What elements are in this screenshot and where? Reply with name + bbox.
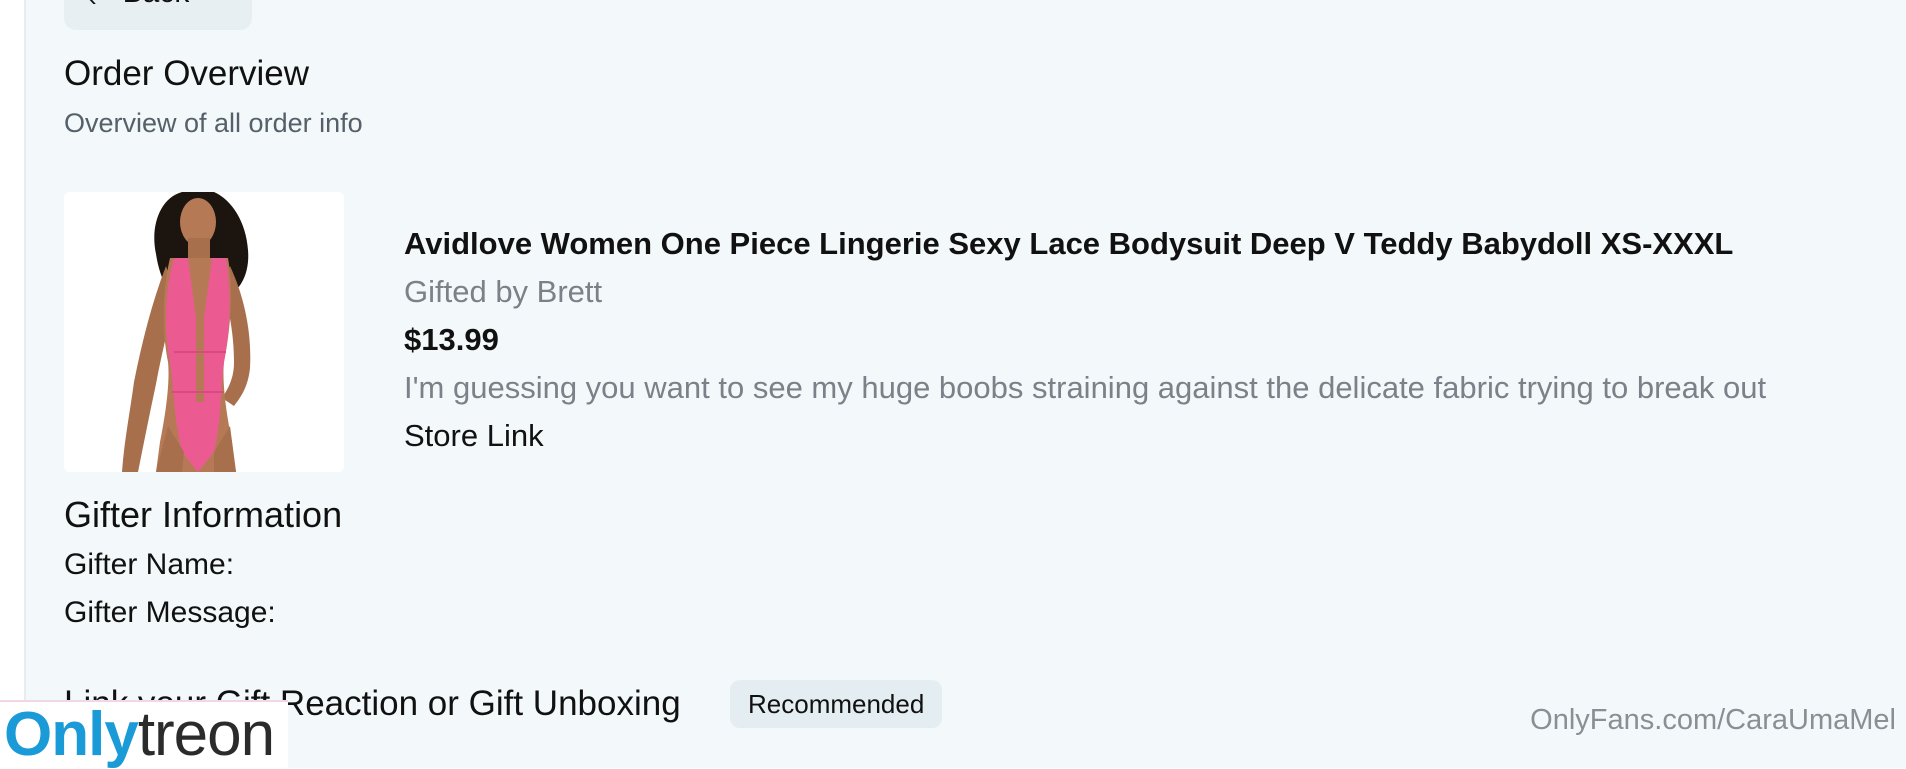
page-title: Order Overview	[64, 54, 310, 93]
chevron-left-icon: ‹	[88, 0, 97, 10]
product-description: I'm guessing you want to see my huge boo…	[404, 370, 1767, 405]
gifter-message-label: Gifter Message:	[64, 596, 276, 629]
product-image[interactable]	[64, 192, 344, 472]
gifted-by-text: Gifted by Brett	[404, 274, 603, 309]
recommended-badge: Recommended	[730, 680, 943, 728]
product-price: $13.99	[404, 322, 499, 357]
onlytreon-watermark-logo: Only treon	[0, 700, 288, 768]
left-sidebar-edge	[0, 0, 26, 768]
order-overview-page: ‹ Back Order Overview Overview of all or…	[26, 0, 1906, 768]
product-details: Avidlove Women One Piece Lingerie Sexy L…	[404, 226, 1766, 466]
product-title: Avidlove Women One Piece Lingerie Sexy L…	[404, 226, 1734, 261]
back-button-label: Back	[123, 0, 190, 10]
product-photo	[64, 192, 344, 472]
back-button[interactable]: ‹ Back	[64, 0, 252, 30]
gifter-name-label: Gifter Name:	[64, 548, 235, 581]
watermark-logo-part1: Only	[4, 700, 139, 769]
page-subtitle: Overview of all order info	[64, 108, 363, 138]
watermark-logo-part2: treon	[137, 700, 275, 769]
watermark-site-text: OnlyFans.com/CaraUmaMel	[1530, 704, 1896, 736]
gifter-information-heading: Gifter Information	[64, 494, 343, 535]
store-link[interactable]: Store Link	[404, 418, 544, 466]
